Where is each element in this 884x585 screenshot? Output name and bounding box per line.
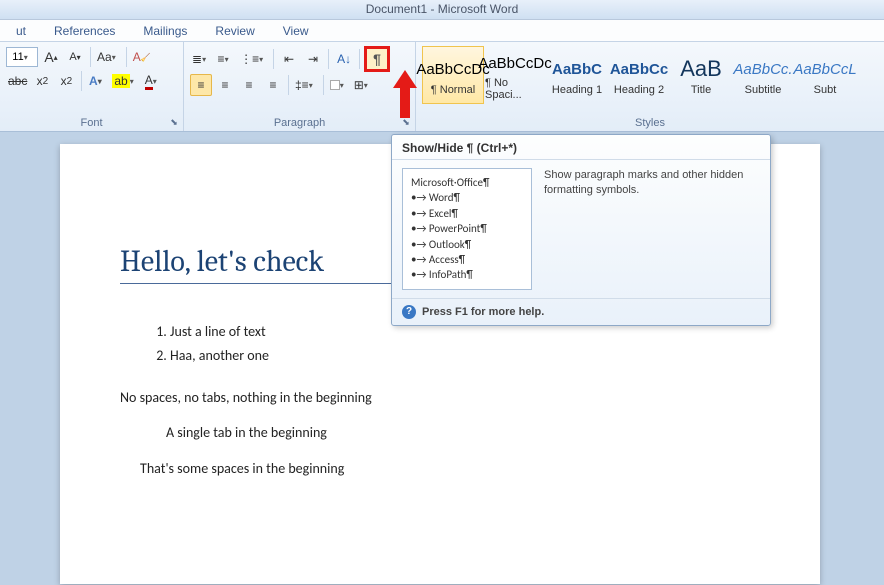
sort-button[interactable]: A↓ [333,48,355,70]
line-spacing-button[interactable]: ‡≡▾ [293,74,319,96]
bullets-button[interactable]: ≣▾ [190,48,212,70]
group-font: 11▾ A▴ A▾ Aa▾ A🧹 abc x2 x2 A▾ ab▾ A▾ Fon… [0,42,184,131]
window-title-bar: Document1 - Microsoft Word [0,0,884,20]
tab-mailings[interactable]: Mailings [129,20,201,41]
show-hide-pilcrow-button[interactable]: ¶ [364,46,390,72]
tab-review[interactable]: Review [201,20,268,41]
grow-font-button[interactable]: A▴ [40,46,62,68]
tab-cut-partial[interactable]: ut [2,20,40,41]
borders-button[interactable]: ⊞▾ [352,74,374,96]
multilevel-list-button[interactable]: ⋮≡▾ [238,48,269,70]
style-title[interactable]: AaBTitle [670,46,732,104]
document-line: No spaces, no tabs, nothing in the begin… [120,386,760,410]
numbering-button[interactable]: ≡▾ [214,48,236,70]
tooltip-preview-item: •→ PowerPoint¶ [411,221,523,236]
chevron-down-icon[interactable]: ▾ [24,53,32,62]
show-hide-tooltip: Show/Hide ¶ (Ctrl+*) Microsoft·Office¶ •… [391,134,771,326]
font-dialog-launcher[interactable]: ⬊ [167,115,181,129]
subscript-button[interactable]: x2 [31,70,53,92]
tooltip-preview-item: •→ Word¶ [411,190,523,205]
styles-gallery[interactable]: AaBbCcDc¶ NormalAaBbCcDc¶ No Spaci...AaB… [422,46,878,104]
shrink-font-button[interactable]: A▾ [64,46,86,68]
paragraph-dialog-launcher[interactable]: ⬊ [399,115,413,129]
decrease-indent-button[interactable]: ⇤ [278,48,300,70]
text-effects-button[interactable]: A▾ [86,70,108,92]
document-line: That's some spaces in the beginning [120,457,760,481]
tooltip-title: Show/Hide ¶ (Ctrl+*) [392,135,770,160]
align-center-button[interactable]: ≡ [214,74,236,96]
change-case-button[interactable]: Aa▾ [95,46,122,68]
align-right-button[interactable]: ≡ [238,74,260,96]
ribbon: 11▾ A▴ A▾ Aa▾ A🧹 abc x2 x2 A▾ ab▾ A▾ Fon… [0,42,884,132]
group-label-paragraph: Paragraph [190,115,409,129]
window-title: Document1 - Microsoft Word [366,2,519,16]
document-ordered-list: Just a line of textHaa, another one [170,320,760,368]
style-subtitle[interactable]: AaBbCc.Subtitle [732,46,794,104]
tab-view[interactable]: View [269,20,323,41]
style-heading-1[interactable]: AaBbCHeading 1 [546,46,608,104]
tooltip-description: Show paragraph marks and other hidden fo… [544,168,760,290]
group-label-font: Font [6,115,177,129]
document-body: Just a line of textHaa, another one No s… [120,320,760,481]
tooltip-footer: ? Press F1 for more help. [392,298,770,325]
align-left-button[interactable]: ≡ [190,74,212,96]
justify-button[interactable]: ≡ [262,74,284,96]
highlight-button[interactable]: ab▾ [110,70,139,92]
group-paragraph: ≣▾ ≡▾ ⋮≡▾ ⇤ ⇥ A↓ ¶ ≡ ≡ ≡ ≡ ‡≡▾ [184,42,416,131]
tooltip-preview-item: •→ InfoPath¶ [411,267,523,282]
clear-formatting-button[interactable]: A🧹 [131,46,153,68]
group-styles: AaBbCcDc¶ NormalAaBbCcDc¶ No Spaci...AaB… [416,42,884,131]
group-label-styles: Styles [422,115,878,129]
style--normal[interactable]: AaBbCcDc¶ Normal [422,46,484,104]
tooltip-preview-item: •→ Access¶ [411,252,523,267]
tooltip-preview-item: •→ Outlook¶ [411,237,523,252]
font-size-input[interactable]: 11▾ [6,47,38,67]
strikethrough-button[interactable]: abc [6,70,29,92]
shading-button[interactable]: ▾ [328,74,350,96]
list-item: Haa, another one [170,344,760,368]
style-subt[interactable]: AaBbCcLSubt [794,46,856,104]
help-icon: ? [402,305,416,319]
document-line: A single tab in the beginning [120,421,760,445]
increase-indent-button[interactable]: ⇥ [302,48,324,70]
tooltip-preview: Microsoft·Office¶ •→ Word¶ •→ Excel¶ •→ … [402,168,532,290]
tooltip-preview-item: •→ Excel¶ [411,206,523,221]
font-color-button[interactable]: A▾ [142,70,164,92]
ribbon-tabs: ut References Mailings Review View [0,20,884,42]
style-heading-2[interactable]: AaBbCcHeading 2 [608,46,670,104]
tab-references[interactable]: References [40,20,129,41]
style--no-spaci-[interactable]: AaBbCcDc¶ No Spaci... [484,46,546,104]
superscript-button[interactable]: x2 [55,70,77,92]
